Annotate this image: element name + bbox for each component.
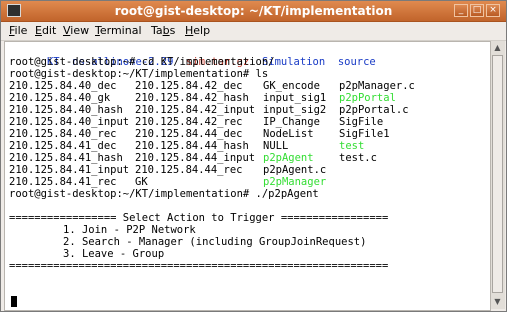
ls-entry: SigFile1 [339, 128, 390, 140]
ls-entry: p2pManager [263, 176, 327, 188]
ls-entry: 210.125.84.41_hash [9, 152, 123, 164]
ls-entry: 210.125.84.41_rec [9, 176, 117, 188]
menu-header-line: ================= Select Action to Trigg… [9, 212, 389, 224]
ls-entry: 210.125.84.40_gk [9, 92, 111, 104]
dir-source: source [337, 56, 376, 68]
ls-entry: 210.125.84.44_dec [135, 128, 243, 140]
prompt-cd-line: root@gist-desktop:~# cd KT/implementatio… [9, 56, 275, 68]
ls-entry: GK_encode [263, 80, 320, 92]
menu-bar: File Edit View Terminal Tabs Help [1, 22, 506, 41]
ls-entry: 210.125.84.44_hash [135, 140, 249, 152]
ls-entry: 210.125.84.40_rec [9, 128, 117, 140]
ls-entry: 210.125.84.40_hash [9, 104, 123, 116]
ls-entry: 210.125.84.41_dec [9, 140, 117, 152]
ls-entry: p2pPortal.c [339, 104, 409, 116]
ls-entry: test.c [339, 152, 377, 164]
window-title: root@gist-desktop: ~/KT/implementation [114, 4, 393, 18]
ls-entry: 210.125.84.44_input [135, 152, 256, 164]
maximize-button[interactable]: □ [470, 4, 484, 17]
ls-entry: IP_Change [263, 116, 320, 128]
ls-entry: 210.125.84.42_input [135, 104, 256, 116]
terminal-cursor [11, 296, 17, 307]
scroll-down-arrow-icon[interactable]: ▼ [492, 296, 503, 308]
ls-entry: input_sig1 [263, 92, 327, 104]
terminal-window: root@gist-desktop: ~/KT/implementation _… [0, 0, 507, 312]
ls-entry: NULL [263, 140, 289, 152]
ls-entry: GK [135, 176, 148, 188]
menu-tabs[interactable]: Tabs [151, 24, 175, 38]
ls-entry: 210.125.84.40_input [9, 116, 130, 128]
ls-entry: p2pAgent [263, 152, 314, 164]
menu-file[interactable]: File [9, 24, 27, 38]
close-button[interactable]: × [486, 4, 500, 17]
menu-option-join: 1. Join - P2P Network [63, 224, 196, 236]
ls-entry: 210.125.84.41_input [9, 164, 130, 176]
menu-option-search: 2. Search - Manager (including GroupJoin… [63, 236, 367, 248]
ls-entry: 210.125.84.42_rec [135, 116, 243, 128]
menu-view[interactable]: View [63, 24, 89, 38]
scroll-up-arrow-icon[interactable]: ▲ [492, 42, 503, 54]
ls-entry: 210.125.84.42_dec [135, 80, 243, 92]
title-bar[interactable]: root@gist-desktop: ~/KT/implementation _… [1, 1, 506, 22]
ls-entry: p2pAgent.c [263, 164, 327, 176]
ls-entry: test [339, 140, 365, 152]
vertical-scrollbar[interactable]: ▲ ▼ [490, 41, 505, 309]
menu-option-leave: 3. Leave - Group [63, 248, 165, 260]
ls-entry: NodeList [263, 128, 314, 140]
ls-entry: p2pManager.c [339, 80, 415, 92]
menu-footer-line: ========================================… [9, 260, 389, 272]
ls-entry: input_sig2 [263, 104, 327, 116]
ls-entry: p2pPortal [339, 92, 396, 104]
menu-edit[interactable]: Edit [35, 24, 56, 38]
scrollbar-thumb[interactable] [492, 55, 503, 293]
ls-entry: 210.125.84.40_dec [9, 80, 117, 92]
prompt-run-line: root@gist-desktop:~/KT/implementation# .… [9, 188, 319, 200]
menu-help[interactable]: Help [185, 24, 210, 38]
menu-terminal[interactable]: Terminal [95, 24, 142, 38]
ls-entry: SigFile [339, 116, 384, 128]
ls-entry: 210.125.84.44_rec [135, 164, 243, 176]
minimize-button[interactable]: _ [454, 4, 468, 17]
prompt-ls-line: root@gist-desktop:~/KT/implementation# l… [9, 68, 269, 80]
terminal-output[interactable]: KT ns-allinone-2.29 sim.tar.gz Simulatio… [4, 41, 491, 311]
ls-entry: 210.125.84.42_hash [135, 92, 249, 104]
